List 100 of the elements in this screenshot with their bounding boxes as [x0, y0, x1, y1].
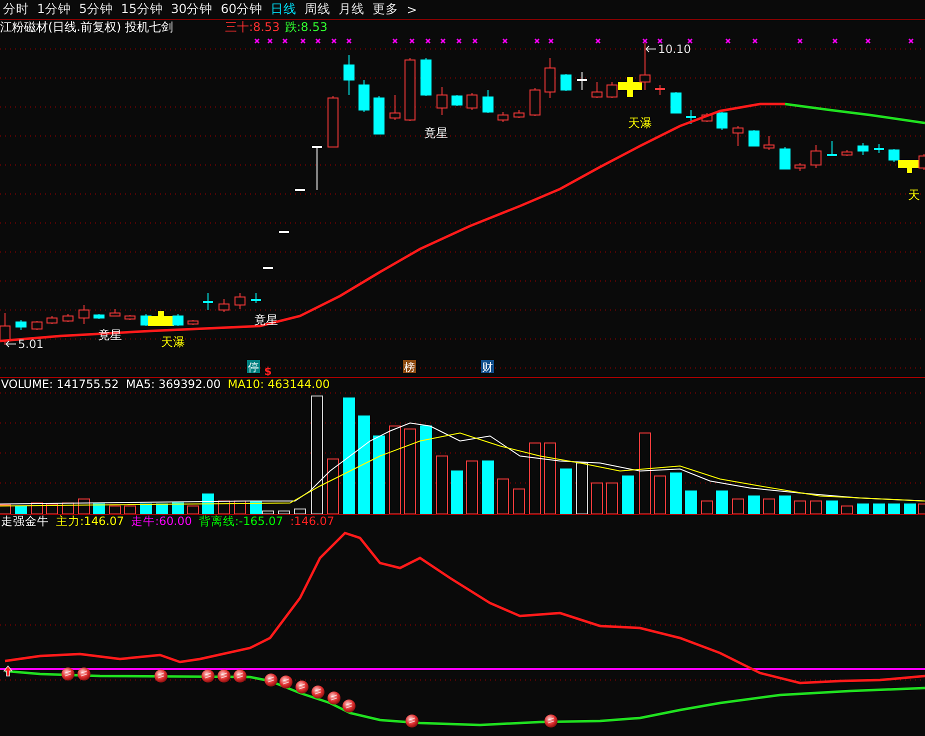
candlestick — [124, 314, 136, 320]
cross-marker — [425, 38, 431, 44]
legend-text: VOLUME: 141755.52 — [1, 378, 119, 391]
candlestick — [78, 304, 90, 324]
candlestick — [748, 130, 760, 146]
cross-marker — [456, 38, 462, 44]
candlestick — [514, 110, 524, 118]
candlestick — [312, 146, 322, 190]
candlestick — [234, 292, 246, 310]
cross-marker — [315, 38, 321, 44]
period-tab[interactable]: 15分钟 — [120, 1, 163, 18]
legend-text: MA5: 369392.00 — [126, 378, 221, 391]
ball-marker — [342, 700, 356, 712]
ball-marker — [312, 686, 324, 698]
legend-text: 三十:8.53 — [225, 20, 280, 35]
volume-bar — [685, 490, 697, 514]
candlestick — [374, 96, 384, 134]
volume-bar — [826, 500, 838, 514]
cross-marker — [687, 38, 693, 44]
cross-marker — [595, 38, 601, 44]
candlestick — [436, 86, 448, 116]
candlestick — [810, 144, 822, 168]
ball-marker — [234, 670, 246, 682]
candlestick — [295, 189, 305, 192]
period-tab[interactable]: 日线 — [270, 1, 297, 18]
candlestick — [592, 82, 602, 98]
cross-marker — [267, 38, 273, 44]
cross-marker — [752, 38, 758, 44]
period-tab[interactable]: 5分钟 — [78, 1, 113, 18]
candlestick — [498, 112, 508, 122]
ball-marker — [154, 670, 168, 682]
candlestick — [328, 96, 338, 148]
cross-marker — [534, 38, 540, 44]
candlestick — [732, 126, 744, 146]
cross-marker — [642, 38, 648, 44]
cross-marker — [300, 38, 306, 44]
volume-bar — [779, 496, 791, 514]
period-tab[interactable]: 周线 — [304, 1, 331, 18]
candlestick — [842, 150, 852, 156]
candlestick — [544, 58, 556, 98]
volume-bar — [748, 496, 760, 514]
candlestick — [110, 308, 120, 316]
volume-bar — [670, 472, 682, 514]
candlestick — [218, 298, 230, 312]
candlestick — [452, 94, 462, 106]
candlestick — [764, 136, 774, 150]
ball-marker — [202, 670, 214, 682]
period-tab[interactable]: 更多 — [372, 1, 399, 18]
legend-text: 主力:146.07 — [56, 515, 124, 528]
cross-marker — [548, 38, 554, 44]
period-tab[interactable]: 分时 — [3, 1, 29, 18]
period-tab[interactable]: 60分钟 — [220, 1, 263, 18]
cross-marker — [282, 38, 288, 44]
period-tab[interactable]: 月线 — [338, 1, 365, 18]
cross-marker — [409, 38, 415, 44]
ball-marker — [280, 676, 292, 688]
chart-title: 江粉磁材(日线.前复权) 投机七剑 — [0, 20, 173, 35]
cross-marker — [440, 38, 446, 44]
candlestick — [32, 320, 42, 330]
pattern-label: 天 — [908, 188, 920, 202]
legend-text: :146.07 — [290, 515, 334, 528]
more-arrow[interactable]: > — [406, 2, 418, 17]
candlestick — [577, 72, 587, 90]
candlestick — [482, 90, 494, 114]
candlestick — [46, 316, 58, 324]
up-arrow-icon — [3, 665, 13, 676]
candlestick — [655, 84, 665, 96]
cross-marker — [331, 38, 337, 44]
candlestick — [263, 267, 273, 270]
candlestick — [188, 320, 198, 326]
period-tab[interactable]: 30分钟 — [170, 1, 213, 18]
ball-marker — [544, 714, 558, 728]
volume-bar — [482, 460, 494, 514]
cross-marker — [346, 38, 352, 44]
candlestick — [780, 146, 790, 170]
volume-bar — [716, 490, 728, 514]
ball-marker — [62, 668, 74, 680]
cross-marker — [865, 38, 871, 44]
candlestick — [420, 58, 432, 96]
cross-marker — [832, 38, 838, 44]
candlestick — [344, 54, 354, 96]
legend-text: 跌:8.53 — [284, 20, 328, 35]
candlestick — [530, 88, 540, 116]
cross-marker — [502, 38, 508, 44]
volume-bar — [622, 476, 634, 514]
cross-marker — [725, 38, 731, 44]
candlestick — [390, 94, 400, 120]
cross-marker — [908, 38, 914, 44]
signal-badge: 榜 — [403, 360, 416, 374]
candlestick — [670, 92, 682, 114]
ball-marker — [264, 674, 278, 686]
period-tab[interactable]: 1分钟 — [37, 1, 71, 18]
candlestick — [466, 92, 478, 110]
ball-marker — [406, 714, 418, 728]
candlestick — [716, 112, 728, 130]
signal-badge: 财 — [481, 360, 494, 374]
ball-marker — [78, 668, 90, 680]
legend-text: 背离线:-165.07 — [198, 515, 284, 528]
ball-marker — [218, 670, 230, 682]
volume-bar — [202, 494, 214, 514]
